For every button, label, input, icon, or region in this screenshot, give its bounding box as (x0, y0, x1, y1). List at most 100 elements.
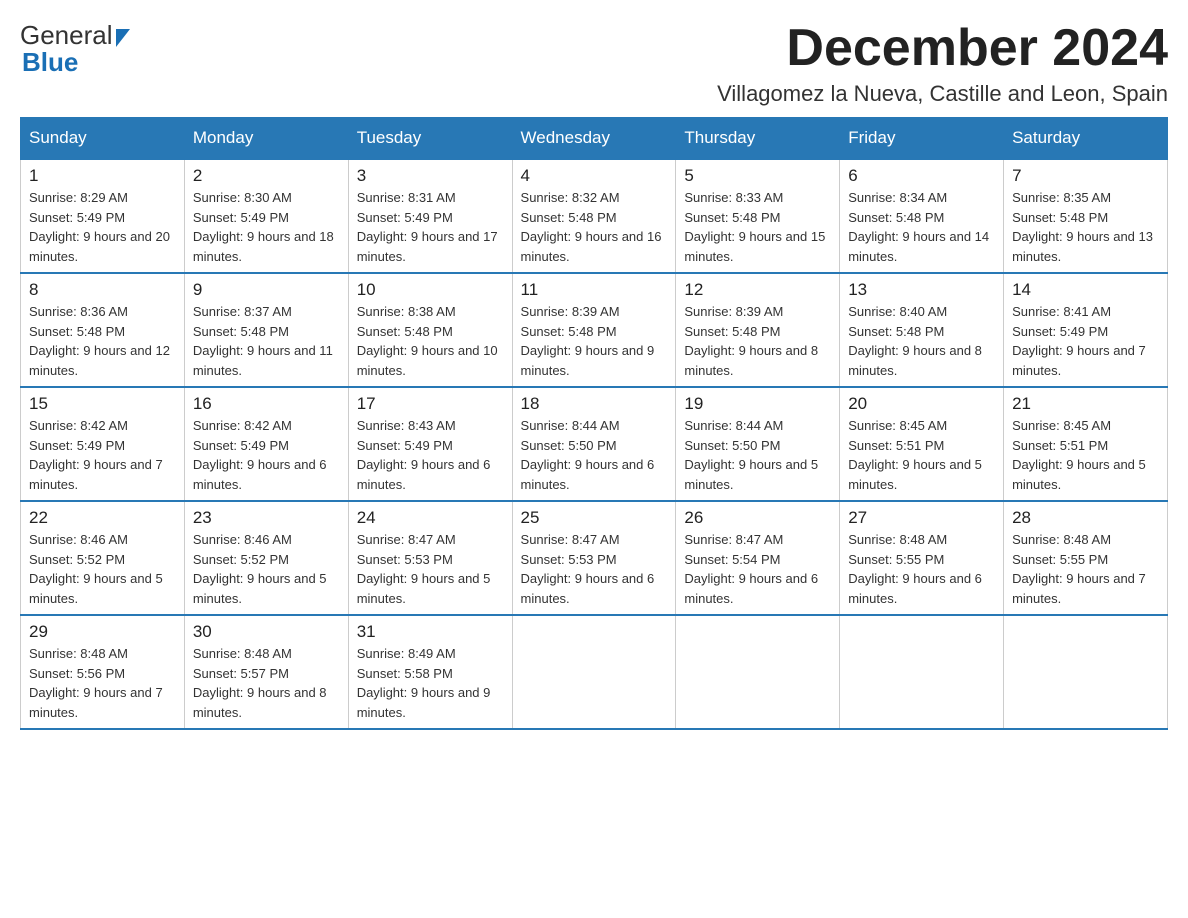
calendar-cell: 23Sunrise: 8:46 AMSunset: 5:52 PMDayligh… (184, 501, 348, 615)
day-number: 12 (684, 280, 831, 300)
day-info: Sunrise: 8:48 AMSunset: 5:56 PMDaylight:… (29, 646, 163, 720)
day-info: Sunrise: 8:39 AMSunset: 5:48 PMDaylight:… (521, 304, 655, 378)
day-number: 29 (29, 622, 176, 642)
day-number: 19 (684, 394, 831, 414)
day-number: 3 (357, 166, 504, 186)
calendar-cell: 31 Sunrise: 8:49 AMSunset: 5:58 PMDayligh… (348, 615, 512, 729)
calendar-cell: 24Sunrise: 8:47 AMSunset: 5:53 PMDayligh… (348, 501, 512, 615)
calendar-cell: 12 Sunrise: 8:39 AMSunset: 5:48 PMDayligh… (676, 273, 840, 387)
day-info: Sunrise: 8:43 AMSunset: 5:49 PMDaylight:… (357, 418, 491, 492)
day-info: Sunrise: 8:41 AMSunset: 5:49 PMDaylight:… (1012, 304, 1146, 378)
day-number: 13 (848, 280, 995, 300)
day-info: Sunrise: 8:37 AMSunset: 5:48 PMDaylight:… (193, 304, 333, 378)
logo: General Blue (20, 20, 130, 78)
day-number: 31 (357, 622, 504, 642)
day-number: 25 (521, 508, 668, 528)
day-number: 14 (1012, 280, 1159, 300)
calendar-cell: 21Sunrise: 8:45 AMSunset: 5:51 PMDayligh… (1004, 387, 1168, 501)
calendar-cell: 26Sunrise: 8:47 AMSunset: 5:54 PMDayligh… (676, 501, 840, 615)
calendar-cell: 10 Sunrise: 8:38 AMSunset: 5:48 PMDayligh… (348, 273, 512, 387)
calendar-cell: 2 Sunrise: 8:30 AMSunset: 5:49 PMDaylight… (184, 159, 348, 273)
calendar-cell: 30 Sunrise: 8:48 AMSunset: 5:57 PMDayligh… (184, 615, 348, 729)
day-header-thursday: Thursday (676, 118, 840, 160)
day-number: 30 (193, 622, 340, 642)
day-header-wednesday: Wednesday (512, 118, 676, 160)
day-number: 28 (1012, 508, 1159, 528)
day-info: Sunrise: 8:32 AMSunset: 5:48 PMDaylight:… (521, 190, 662, 264)
day-number: 6 (848, 166, 995, 186)
calendar-table: SundayMondayTuesdayWednesdayThursdayFrid… (20, 117, 1168, 730)
month-title: December 2024 (717, 20, 1168, 77)
day-header-friday: Friday (840, 118, 1004, 160)
calendar-cell (512, 615, 676, 729)
day-info: Sunrise: 8:48 AMSunset: 5:55 PMDaylight:… (848, 532, 982, 606)
calendar-cell: 20Sunrise: 8:45 AMSunset: 5:51 PMDayligh… (840, 387, 1004, 501)
day-number: 1 (29, 166, 176, 186)
calendar-cell: 3Sunrise: 8:31 AMSunset: 5:49 PMDaylight… (348, 159, 512, 273)
calendar-cell: 13 Sunrise: 8:40 AMSunset: 5:48 PMDayligh… (840, 273, 1004, 387)
day-number: 16 (193, 394, 340, 414)
day-number: 26 (684, 508, 831, 528)
day-number: 22 (29, 508, 176, 528)
calendar-cell: 14 Sunrise: 8:41 AMSunset: 5:49 PMDayligh… (1004, 273, 1168, 387)
day-number: 27 (848, 508, 995, 528)
week-row-1: 1 Sunrise: 8:29 AMSunset: 5:49 PMDaylight… (21, 159, 1168, 273)
calendar-cell: 18 Sunrise: 8:44 AMSunset: 5:50 PMDayligh… (512, 387, 676, 501)
calendar-cell (840, 615, 1004, 729)
location-title: Villagomez la Nueva, Castille and Leon, … (717, 81, 1168, 107)
day-number: 10 (357, 280, 504, 300)
day-number: 18 (521, 394, 668, 414)
day-number: 11 (521, 280, 668, 300)
day-info: Sunrise: 8:34 AMSunset: 5:48 PMDaylight:… (848, 190, 989, 264)
day-info: Sunrise: 8:46 AMSunset: 5:52 PMDaylight:… (29, 532, 163, 606)
day-info: Sunrise: 8:44 AMSunset: 5:50 PMDaylight:… (521, 418, 655, 492)
day-info: Sunrise: 8:36 AMSunset: 5:48 PMDaylight:… (29, 304, 170, 378)
calendar-cell: 25Sunrise: 8:47 AMSunset: 5:53 PMDayligh… (512, 501, 676, 615)
calendar-cell: 28 Sunrise: 8:48 AMSunset: 5:55 PMDayligh… (1004, 501, 1168, 615)
calendar-cell: 27 Sunrise: 8:48 AMSunset: 5:55 PMDayligh… (840, 501, 1004, 615)
week-row-5: 29 Sunrise: 8:48 AMSunset: 5:56 PMDayligh… (21, 615, 1168, 729)
day-info: Sunrise: 8:30 AMSunset: 5:49 PMDaylight:… (193, 190, 334, 264)
week-row-4: 22 Sunrise: 8:46 AMSunset: 5:52 PMDayligh… (21, 501, 1168, 615)
day-info: Sunrise: 8:39 AMSunset: 5:48 PMDaylight:… (684, 304, 818, 378)
calendar-cell (676, 615, 840, 729)
logo-arrow-icon (116, 29, 130, 47)
calendar-cell: 19 Sunrise: 8:44 AMSunset: 5:50 PMDayligh… (676, 387, 840, 501)
day-number: 23 (193, 508, 340, 528)
day-number: 15 (29, 394, 176, 414)
day-info: Sunrise: 8:44 AMSunset: 5:50 PMDaylight:… (684, 418, 818, 492)
calendar-cell: 7Sunrise: 8:35 AMSunset: 5:48 PMDaylight… (1004, 159, 1168, 273)
day-info: Sunrise: 8:45 AMSunset: 5:51 PMDaylight:… (1012, 418, 1146, 492)
day-info: Sunrise: 8:42 AMSunset: 5:49 PMDaylight:… (29, 418, 163, 492)
day-header-saturday: Saturday (1004, 118, 1168, 160)
day-info: Sunrise: 8:35 AMSunset: 5:48 PMDaylight:… (1012, 190, 1153, 264)
calendar-cell: 16Sunrise: 8:42 AMSunset: 5:49 PMDayligh… (184, 387, 348, 501)
day-info: Sunrise: 8:48 AMSunset: 5:55 PMDaylight:… (1012, 532, 1146, 606)
day-number: 2 (193, 166, 340, 186)
day-number: 4 (521, 166, 668, 186)
day-number: 9 (193, 280, 340, 300)
calendar-cell (1004, 615, 1168, 729)
day-header-monday: Monday (184, 118, 348, 160)
calendar-cell: 22 Sunrise: 8:46 AMSunset: 5:52 PMDayligh… (21, 501, 185, 615)
calendar-cell: 8Sunrise: 8:36 AMSunset: 5:48 PMDaylight… (21, 273, 185, 387)
day-info: Sunrise: 8:38 AMSunset: 5:48 PMDaylight:… (357, 304, 498, 378)
page-header: General Blue December 2024 Villagomez la… (20, 20, 1168, 107)
day-info: Sunrise: 8:33 AMSunset: 5:48 PMDaylight:… (684, 190, 825, 264)
day-info: Sunrise: 8:29 AMSunset: 5:49 PMDaylight:… (29, 190, 170, 264)
day-number: 5 (684, 166, 831, 186)
day-info: Sunrise: 8:40 AMSunset: 5:48 PMDaylight:… (848, 304, 982, 378)
calendar-cell: 4 Sunrise: 8:32 AMSunset: 5:48 PMDaylight… (512, 159, 676, 273)
day-info: Sunrise: 8:48 AMSunset: 5:57 PMDaylight:… (193, 646, 327, 720)
day-info: Sunrise: 8:47 AMSunset: 5:53 PMDaylight:… (357, 532, 491, 606)
day-header-sunday: Sunday (21, 118, 185, 160)
calendar-cell: 6 Sunrise: 8:34 AMSunset: 5:48 PMDaylight… (840, 159, 1004, 273)
day-info: Sunrise: 8:45 AMSunset: 5:51 PMDaylight:… (848, 418, 982, 492)
calendar-cell: 1 Sunrise: 8:29 AMSunset: 5:49 PMDaylight… (21, 159, 185, 273)
day-info: Sunrise: 8:49 AMSunset: 5:58 PMDaylight:… (357, 646, 491, 720)
week-row-3: 15 Sunrise: 8:42 AMSunset: 5:49 PMDayligh… (21, 387, 1168, 501)
logo-blue-text: Blue (22, 47, 78, 78)
title-area: December 2024 Villagomez la Nueva, Casti… (717, 20, 1168, 107)
week-row-2: 8Sunrise: 8:36 AMSunset: 5:48 PMDaylight… (21, 273, 1168, 387)
day-number: 17 (357, 394, 504, 414)
